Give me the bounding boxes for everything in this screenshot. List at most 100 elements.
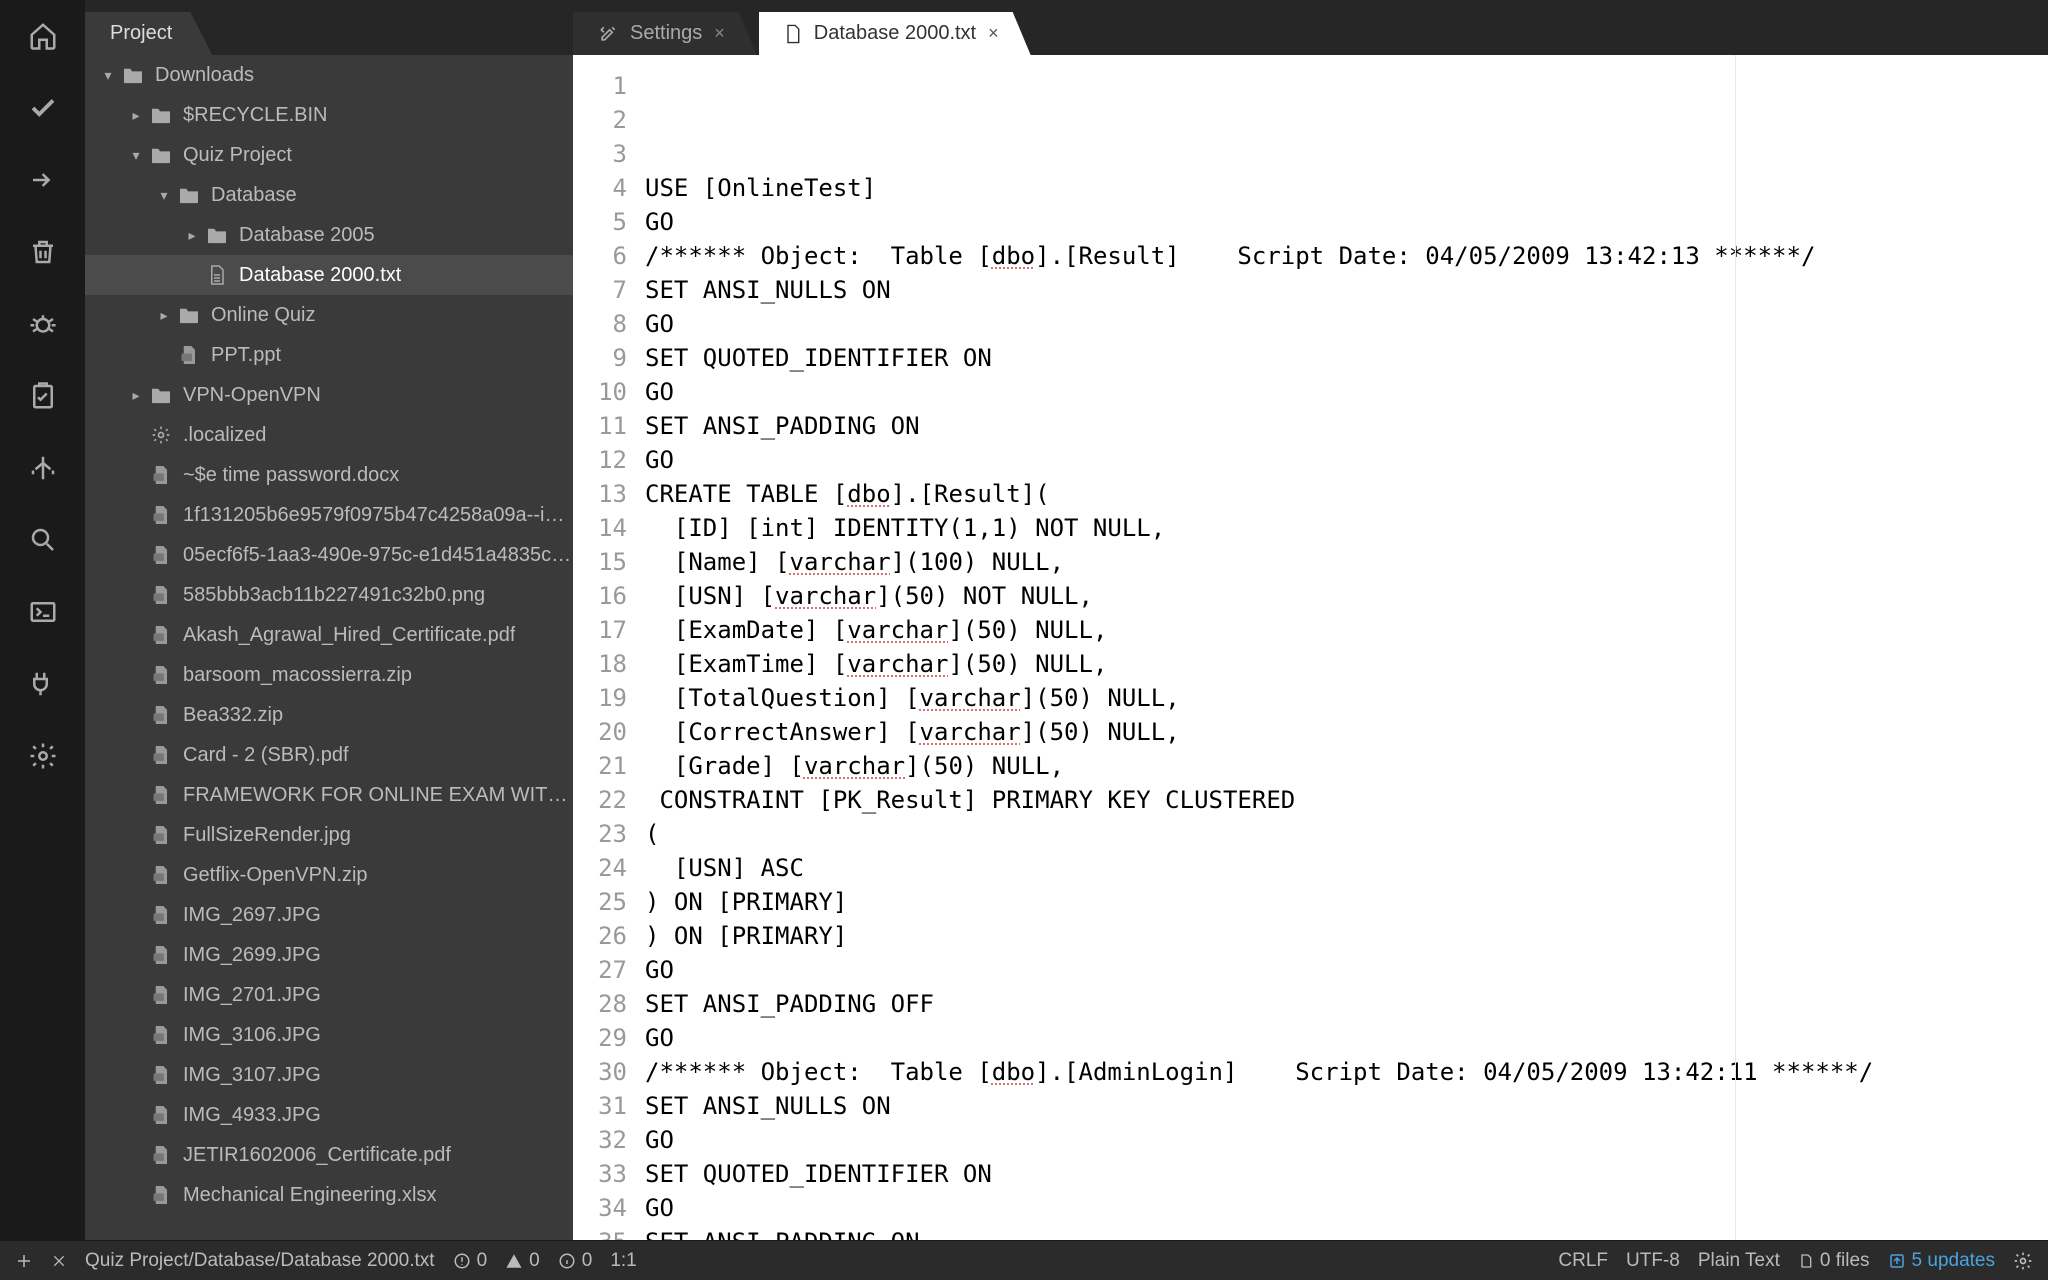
close-icon[interactable]: × — [714, 23, 737, 44]
tree-item-label: Online Quiz — [211, 304, 316, 327]
tree-item-label: IMG_4933.JPG — [183, 1104, 321, 1127]
pdf-icon — [149, 1144, 173, 1166]
close-icon[interactable]: × — [988, 23, 1011, 44]
search-icon[interactable] — [27, 524, 59, 556]
terminal-icon[interactable] — [27, 596, 59, 628]
tab-icon — [784, 24, 802, 44]
img-icon — [149, 1064, 173, 1086]
chevron-icon: ▾ — [99, 67, 117, 84]
tree-item-label: $RECYCLE.BIN — [183, 104, 328, 127]
gear-icon — [149, 425, 173, 445]
tree-item-label: Downloads — [155, 64, 254, 87]
tree-item[interactable]: ~$e time password.docx — [85, 455, 573, 495]
tree-item-label: IMG_2697.JPG — [183, 904, 321, 927]
img-icon — [149, 1024, 173, 1046]
tree-item-label: ~$e time password.docx — [183, 464, 399, 487]
folder-icon — [149, 106, 173, 124]
tree-item[interactable]: ▾Database — [85, 175, 573, 215]
check-icon[interactable] — [27, 92, 59, 124]
tab-label: Database 2000.txt — [814, 22, 976, 45]
tree-item[interactable]: IMG_3106.JPG — [85, 1015, 573, 1055]
file-tree[interactable]: ▾ Downloads ▸ $RECYCLE.BIN ▾Quiz Project▾Dat… — [85, 55, 573, 1240]
clipboard-check-icon[interactable] — [27, 380, 59, 412]
tree-item-label: Getflix-OpenVPN.zip — [183, 864, 368, 887]
status-errors[interactable]: 0 — [453, 1250, 488, 1272]
ppt-icon — [177, 344, 201, 366]
gear-icon[interactable] — [27, 740, 59, 772]
trash-icon[interactable] — [27, 236, 59, 268]
tree-item[interactable]: Mechanical Engineering.xlsx — [85, 1175, 573, 1215]
plug-icon[interactable] — [27, 668, 59, 700]
tree-item-label: VPN-OpenVPN — [183, 384, 321, 407]
status-syntax[interactable]: Plain Text — [1698, 1250, 1780, 1272]
tree-item[interactable]: FullSizeRender.jpg — [85, 815, 573, 855]
status-path[interactable]: Quiz Project/Database/Database 2000.txt — [85, 1250, 435, 1272]
tree-item-label: FRAMEWORK FOR ONLINE EXAM WITH GRAP — [183, 784, 573, 807]
home-icon[interactable] — [27, 20, 59, 52]
tab-bar: Settings× Database 2000.txt × — [573, 0, 2048, 55]
status-files[interactable]: 0 files — [1798, 1250, 1870, 1272]
tree-item[interactable]: ▾ Downloads — [85, 55, 573, 95]
tree-item[interactable]: IMG_2699.JPG — [85, 935, 573, 975]
tree-item[interactable]: 585bbb3acb11b227491c32b0.png — [85, 575, 573, 615]
tree-item[interactable]: PPT.ppt — [85, 335, 573, 375]
tree-item[interactable]: barsoom_macossierra.zip — [85, 655, 573, 695]
pdf-icon — [149, 624, 173, 646]
tree-item[interactable]: FRAMEWORK FOR ONLINE EXAM WITH GRAP — [85, 775, 573, 815]
tree-item-label: IMG_3106.JPG — [183, 1024, 321, 1047]
branches-icon[interactable] — [27, 452, 59, 484]
status-encoding[interactable]: UTF-8 — [1626, 1250, 1680, 1272]
tree-item[interactable]: 1f131205b6e9579f0975b47c4258a09a--india — [85, 495, 573, 535]
bug-icon[interactable] — [27, 308, 59, 340]
img-icon — [149, 904, 173, 926]
print-margin — [1735, 55, 1736, 1240]
status-line-ending[interactable]: CRLF — [1558, 1250, 1608, 1272]
tree-item[interactable]: ▸Database 2005 — [85, 215, 573, 255]
status-close-icon[interactable] — [51, 1253, 67, 1269]
zip-icon — [149, 864, 173, 886]
tree-item[interactable]: IMG_2697.JPG — [85, 895, 573, 935]
tree-item[interactable]: Database 2000.txt — [85, 255, 573, 295]
tree-item-label: barsoom_macossierra.zip — [183, 664, 412, 687]
tree-item[interactable]: Card - 2 (SBR).pdf — [85, 735, 573, 775]
tree-item[interactable]: JETIR1602006_Certificate.pdf — [85, 1135, 573, 1175]
status-warnings[interactable]: 0 — [505, 1250, 540, 1272]
tree-item[interactable]: ▸Online Quiz — [85, 295, 573, 335]
tree-item[interactable]: IMG_4933.JPG — [85, 1095, 573, 1135]
tree-item[interactable]: Getflix-OpenVPN.zip — [85, 855, 573, 895]
tree-item-label: PPT.ppt — [211, 344, 281, 367]
file-icon — [205, 264, 229, 286]
status-add-icon[interactable] — [15, 1252, 33, 1270]
panel-tab-project[interactable]: Project — [85, 12, 212, 55]
tree-item[interactable]: Akash_Agrawal_Hired_Certificate.pdf — [85, 615, 573, 655]
editor-tab[interactable]: Settings× — [573, 12, 757, 55]
editor-tab[interactable]: Database 2000.txt × — [759, 12, 1031, 55]
status-cursor[interactable]: 1:1 — [610, 1250, 636, 1272]
xls-icon — [149, 1184, 173, 1206]
tree-item[interactable]: Bea332.zip — [85, 695, 573, 735]
chevron-icon: ▸ — [127, 107, 145, 124]
tree-item[interactable]: IMG_3107.JPG — [85, 1055, 573, 1095]
status-info[interactable]: 0 — [558, 1250, 593, 1272]
tree-item[interactable]: ▾Quiz Project — [85, 135, 573, 175]
chevron-icon: ▸ — [127, 387, 145, 404]
tree-item[interactable]: ▸ $RECYCLE.BIN — [85, 95, 573, 135]
tree-item-label: 585bbb3acb11b227491c32b0.png — [183, 584, 485, 607]
code-content[interactable]: USE [OnlineTest]GO/****** Object: Table … — [645, 55, 2048, 1240]
tree-item[interactable]: .localized — [85, 415, 573, 455]
arrow-right-icon[interactable] — [27, 164, 59, 196]
editor[interactable]: 1234567891011121314151617181920212223242… — [573, 55, 2048, 1240]
folder-icon — [121, 66, 145, 84]
tree-item-label: IMG_3107.JPG — [183, 1064, 321, 1087]
tree-item[interactable]: ▸ VPN-OpenVPN — [85, 375, 573, 415]
folder-icon — [149, 146, 173, 164]
img-icon — [149, 824, 173, 846]
status-updates[interactable]: 5 updates — [1888, 1250, 1995, 1272]
status-gear-icon[interactable] — [2013, 1251, 2033, 1271]
tree-item[interactable]: 05ecf6f5-1aa3-490e-975c-e1d451a4835c.pd — [85, 535, 573, 575]
tree-item-label: Bea332.zip — [183, 704, 283, 727]
img-icon — [149, 584, 173, 606]
project-panel: Project ▾ Downloads ▸ $RECYCLE.BIN ▾Quiz Pro… — [85, 0, 573, 1240]
tree-item[interactable]: IMG_2701.JPG — [85, 975, 573, 1015]
tree-item-label: Card - 2 (SBR).pdf — [183, 744, 349, 767]
